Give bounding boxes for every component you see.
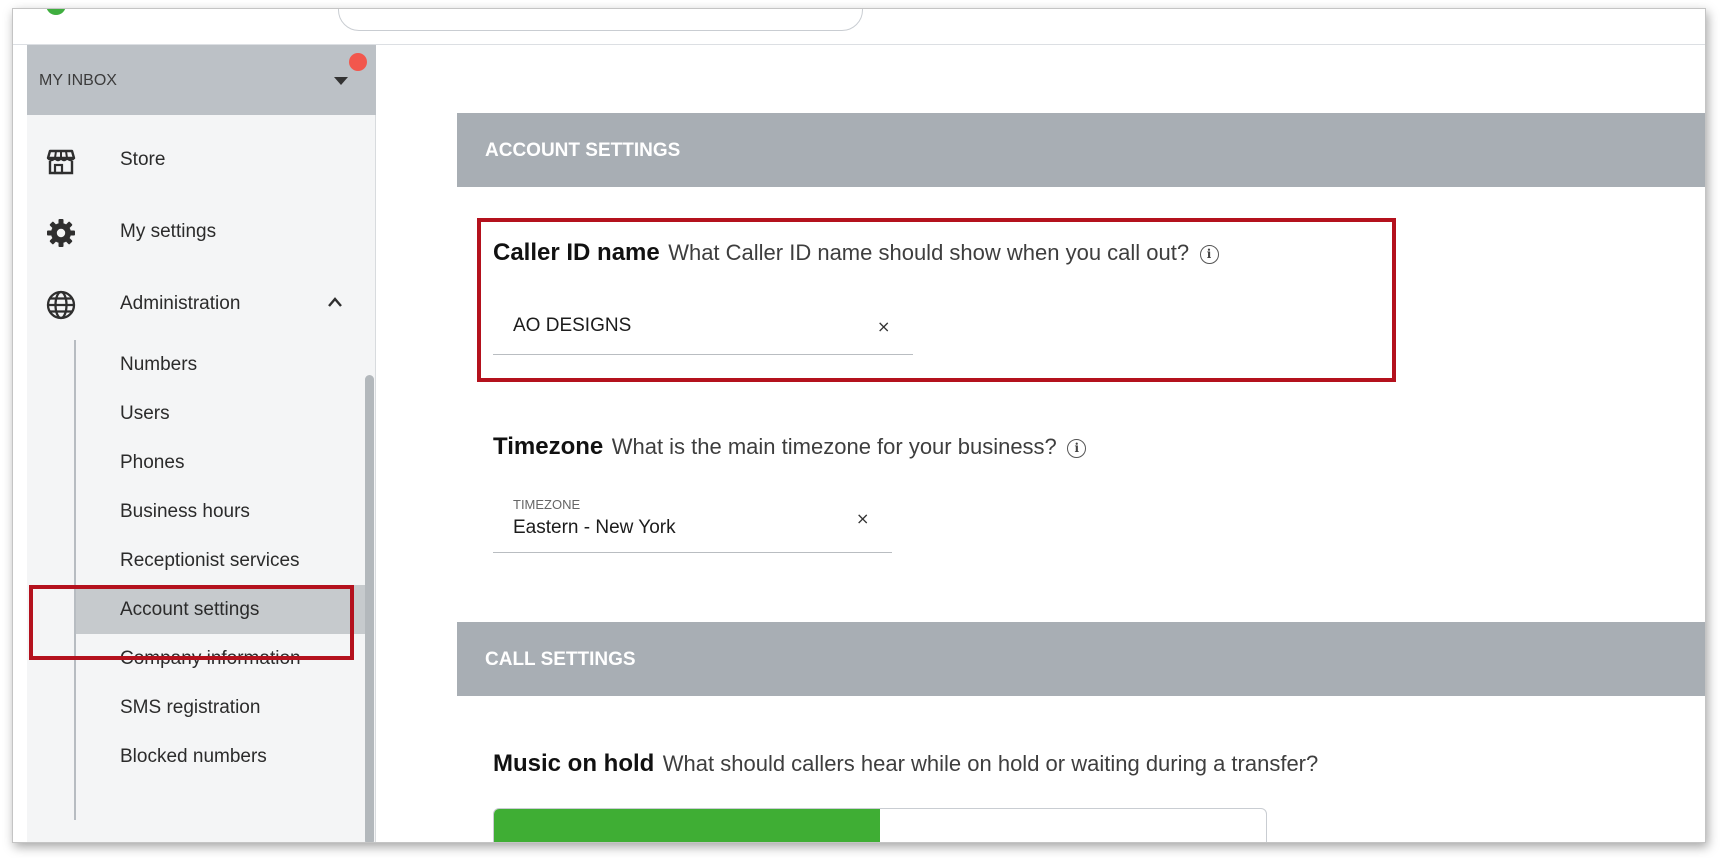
sidebar-item-users[interactable]: Users xyxy=(76,389,365,438)
music-on-hold-question: Music on hold What should callers hear w… xyxy=(493,750,1318,778)
sidebar-item-store[interactable]: Store xyxy=(27,128,376,192)
music-on-hold-description: What should callers hear while on hold o… xyxy=(662,751,1319,776)
section-header-account-settings: ACCOUNT SETTINGS xyxy=(457,113,1705,187)
sidebar-item-label: Administration xyxy=(120,293,241,314)
music-on-hold-toggle[interactable] xyxy=(493,808,1267,842)
sidebar-item-label: Users xyxy=(120,403,170,424)
section-title: ACCOUNT SETTINGS xyxy=(485,140,681,161)
sidebar-item-label: Blocked numbers xyxy=(120,746,267,767)
my-inbox-header[interactable]: MY INBOX xyxy=(27,45,376,115)
chevron-up-icon[interactable] xyxy=(327,296,343,308)
info-icon[interactable]: i xyxy=(1067,439,1087,458)
caret-down-icon[interactable] xyxy=(334,77,348,85)
sidebar-scrollbar[interactable] xyxy=(365,375,374,842)
timezone-question: Timezone What is the main timezone for y… xyxy=(493,433,1087,461)
search-input[interactable] xyxy=(338,9,863,31)
notification-badge xyxy=(349,53,367,71)
globe-icon xyxy=(46,290,76,320)
sidebar-item-label: Business hours xyxy=(120,501,250,522)
sidebar-item-administration[interactable]: Administration xyxy=(27,272,376,336)
timezone-description: What is the main timezone for your busin… xyxy=(611,434,1057,459)
music-on-hold-title: Music on hold xyxy=(493,750,655,777)
sidebar-item-business-hours[interactable]: Business hours xyxy=(76,487,365,536)
sidebar-item-label: SMS registration xyxy=(120,697,261,718)
sidebar-item-label: Phones xyxy=(120,452,185,473)
section-header-call-settings: CALL SETTINGS xyxy=(457,622,1705,696)
sidebar-item-label: Receptionist services xyxy=(120,550,300,571)
sidebar-item-numbers[interactable]: Numbers xyxy=(76,340,365,389)
sidebar: MY INBOX Store My settings Administratio… xyxy=(27,45,376,842)
sidebar-item-label: My settings xyxy=(120,221,217,242)
sidebar-item-my-settings[interactable]: My settings xyxy=(27,200,376,264)
timezone-select[interactable]: TIMEZONE Eastern - New York × xyxy=(493,489,892,553)
sidebar-item-phones[interactable]: Phones xyxy=(76,438,365,487)
timezone-value[interactable]: Eastern - New York xyxy=(513,517,676,539)
highlight-box-caller-id xyxy=(477,218,1396,382)
top-bar xyxy=(13,9,1705,45)
app-window: MY INBOX Store My settings Administratio… xyxy=(12,8,1706,843)
brand-logo-icon[interactable] xyxy=(46,9,66,15)
sidebar-item-sms-registration[interactable]: SMS registration xyxy=(76,683,365,732)
timezone-title: Timezone xyxy=(493,433,604,460)
store-icon xyxy=(46,149,76,175)
section-title: CALL SETTINGS xyxy=(485,649,636,670)
clear-icon[interactable]: × xyxy=(856,509,869,528)
main-content: ACCOUNT SETTINGS Caller ID name What Cal… xyxy=(377,45,1705,842)
gear-icon xyxy=(47,219,75,247)
sidebar-item-blocked-numbers[interactable]: Blocked numbers xyxy=(76,732,365,781)
sidebar-item-label: Store xyxy=(120,149,166,170)
highlight-box-account-settings xyxy=(29,585,354,660)
music-on-hold-selected-option[interactable] xyxy=(494,809,880,842)
sidebar-item-label: Numbers xyxy=(120,354,198,375)
timezone-field-label: TIMEZONE xyxy=(513,497,581,512)
inbox-label: MY INBOX xyxy=(39,72,117,89)
sidebar-item-receptionist-services[interactable]: Receptionist services xyxy=(76,536,365,585)
